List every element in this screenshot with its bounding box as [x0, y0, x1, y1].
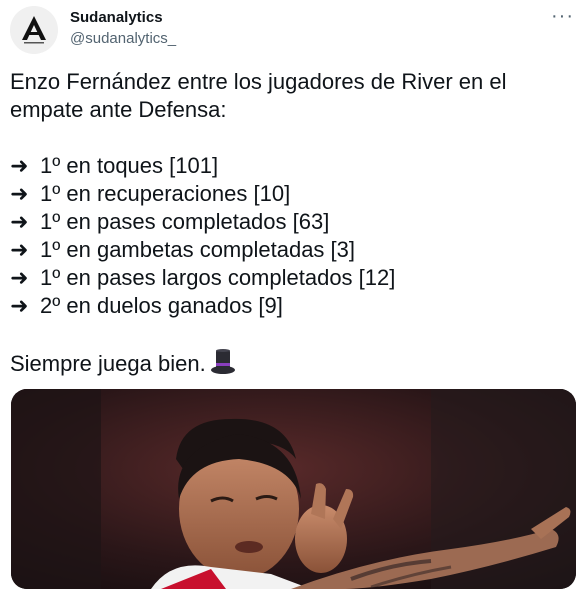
- arrow-icon: ➜: [10, 293, 29, 318]
- arrow-icon: ➜: [10, 153, 29, 178]
- more-options-icon[interactable]: ···: [551, 6, 574, 26]
- tweet-card: Sudanalytics @sudanalytics_ ··· Enzo Fer…: [0, 0, 588, 589]
- stat-text: 1º en pases completados [63]: [40, 209, 330, 234]
- photo-player-celebrating: [11, 389, 576, 589]
- stat-line: ➜ 1º en toques [101]: [10, 152, 575, 180]
- arrow-icon: ➜: [10, 265, 29, 290]
- arrow-icon: ➜: [10, 209, 29, 234]
- closing-line: Siempre juega bien.: [10, 348, 575, 376]
- tweet-intro-line: empate ante Defensa:: [10, 97, 227, 122]
- stat-line: ➜ 1º en pases completados [63]: [10, 208, 575, 236]
- stat-text: 1º en recuperaciones [10]: [40, 181, 291, 206]
- stat-text: 1º en toques [101]: [40, 153, 219, 178]
- author-handle[interactable]: @sudanalytics_: [70, 30, 176, 48]
- stat-text: 1º en gambetas completadas [3]: [40, 237, 356, 262]
- stat-line: ➜ 1º en pases largos completados [12]: [10, 264, 575, 292]
- avatar[interactable]: [10, 6, 58, 54]
- closing-text: Siempre juega bien.: [10, 351, 206, 376]
- stat-line: ➜ 1º en recuperaciones [10]: [10, 180, 575, 208]
- tweet-intro-line: Enzo Fernández entre los jugadores de Ri…: [10, 69, 507, 94]
- author-name[interactable]: Sudanalytics: [70, 9, 163, 27]
- tweet-media-photo[interactable]: [11, 389, 576, 589]
- arrow-icon: ➜: [10, 181, 29, 206]
- top-hat-icon: [210, 348, 236, 383]
- tweet-text: Enzo Fernández entre los jugadores de Ri…: [10, 68, 575, 376]
- stat-text: 2º en duelos ganados [9]: [40, 293, 283, 318]
- stat-line: ➜ 1º en gambetas completadas [3]: [10, 236, 575, 264]
- stat-text: 1º en pases largos completados [12]: [40, 265, 396, 290]
- arrow-icon: ➜: [10, 237, 29, 262]
- sudanalytics-logo-icon: [10, 6, 58, 54]
- stat-line: ➜ 2º en duelos ganados [9]: [10, 292, 575, 320]
